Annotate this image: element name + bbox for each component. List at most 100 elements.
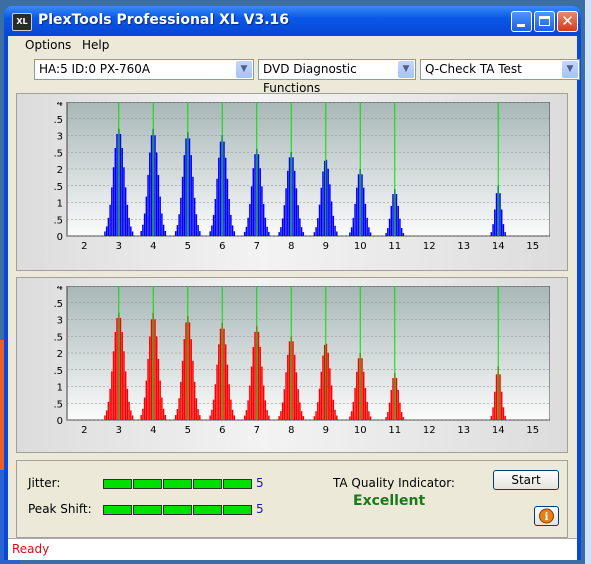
chart-bar xyxy=(318,388,321,420)
chart-bar xyxy=(231,409,234,420)
start-button[interactable]: Start xyxy=(493,470,559,490)
chart-bar xyxy=(218,344,220,420)
x-tick-label: 8 xyxy=(288,241,294,250)
test-select[interactable]: Q-Check TA Test ▼ xyxy=(420,59,580,80)
jitter-value: 5 xyxy=(256,476,264,490)
chart-bar xyxy=(192,176,194,236)
chart-bar xyxy=(292,341,294,420)
chart-bar xyxy=(315,411,317,420)
chart-bar xyxy=(330,385,333,420)
chart-bar xyxy=(268,415,270,420)
chart-bar xyxy=(190,339,192,420)
svg-text:i: i xyxy=(545,512,549,523)
x-tick-label: 9 xyxy=(323,425,329,434)
chart-bar xyxy=(262,385,265,420)
chart-bar xyxy=(264,217,267,236)
chart-bar xyxy=(492,407,494,420)
x-tick-label: 10 xyxy=(354,241,367,250)
chart-bar xyxy=(254,154,256,236)
chart-bar xyxy=(131,415,134,420)
jitter-chart: 4 3.5 3 2.5 2 1.5 1 0.5 0 2 3 4 5 6 7 8 9 10 11 12 13 14 15 xyxy=(53,102,550,250)
meter-segment xyxy=(193,505,222,515)
chevron-down-icon[interactable]: ▼ xyxy=(398,61,414,78)
start-button-label: Start xyxy=(511,473,541,487)
chart-bar xyxy=(354,387,356,420)
chart-bar xyxy=(249,203,251,236)
chart-bar xyxy=(145,380,148,420)
close-button[interactable]: ✕ xyxy=(557,11,578,32)
chart-bar xyxy=(185,322,187,420)
chart-bar xyxy=(399,218,401,236)
chart-bar xyxy=(218,157,220,236)
chart-bar xyxy=(397,389,399,420)
chart-bar xyxy=(178,214,180,236)
chart-bar xyxy=(332,399,335,420)
function-select[interactable]: DVD Diagnostic Functions ▼ xyxy=(258,59,416,95)
menu-options[interactable]: Options xyxy=(25,38,71,52)
chart-bar xyxy=(247,217,249,236)
meter-segment xyxy=(163,505,192,515)
chart-bar xyxy=(121,148,123,236)
chart-bar xyxy=(261,186,263,236)
menu-help[interactable]: Help xyxy=(82,38,109,52)
chart-bar xyxy=(293,354,296,420)
chart-bar xyxy=(140,414,142,420)
chart-bar xyxy=(390,205,393,236)
chart-bar xyxy=(500,391,503,420)
chart-bar xyxy=(223,141,225,236)
chart-bar xyxy=(199,231,201,236)
chart-bar xyxy=(395,378,398,420)
y-tick-label: 0 xyxy=(57,232,63,243)
chart-bar xyxy=(317,218,319,236)
chart-bar xyxy=(228,384,230,420)
chart-bar xyxy=(226,364,229,420)
chart-bar xyxy=(174,231,177,236)
chart-bar xyxy=(143,397,146,420)
chart-bar xyxy=(288,341,291,420)
chart-bar xyxy=(114,332,117,420)
chart-bar xyxy=(149,152,151,236)
chevron-down-icon[interactable]: ▼ xyxy=(236,61,252,78)
chart-bar xyxy=(500,209,503,236)
chart-bar xyxy=(188,138,191,236)
chart-bar xyxy=(262,203,265,236)
chart-bar xyxy=(195,398,198,420)
chart-bar xyxy=(111,187,113,236)
drive-select[interactable]: HA:5 ID:0 PX-760A ▼ xyxy=(34,59,254,80)
chart-bar xyxy=(105,410,108,420)
info-button[interactable]: i xyxy=(534,506,559,526)
chart-bar xyxy=(293,170,296,236)
chart-bar xyxy=(278,416,280,420)
chart-bar xyxy=(362,187,365,236)
chart-bar xyxy=(209,415,211,420)
chart-bar xyxy=(320,187,323,236)
peak-shift-value: 5 xyxy=(256,502,264,516)
chart-bar xyxy=(250,366,253,420)
chart-bar xyxy=(334,225,336,236)
chart-bar xyxy=(366,217,368,236)
minimize-button[interactable] xyxy=(511,11,532,32)
chart-bar xyxy=(157,358,160,420)
chart-bar xyxy=(147,358,149,420)
chart-bar xyxy=(392,194,394,236)
chart-bar xyxy=(295,188,298,236)
chart-bar xyxy=(111,371,113,420)
chart-bar xyxy=(107,401,110,420)
chart-bar xyxy=(230,399,232,420)
chart-bar xyxy=(188,322,191,420)
maximize-button[interactable] xyxy=(534,11,555,32)
chart-bar xyxy=(249,385,251,420)
chart-bar xyxy=(150,135,153,236)
chart-bar xyxy=(131,231,134,236)
chart-bar xyxy=(266,226,268,236)
chart-bar xyxy=(149,336,151,420)
chart-bar xyxy=(364,203,367,236)
chart-bar xyxy=(157,174,160,236)
chart-bar xyxy=(231,225,234,236)
chart-bar xyxy=(495,374,498,420)
chevron-down-icon[interactable]: ▼ xyxy=(562,61,578,78)
chart-bar xyxy=(211,225,213,236)
title-bar[interactable]: XL PlexTools Professional XL V3.16 ✕ xyxy=(4,6,581,36)
chart-bar xyxy=(287,354,289,420)
chart-bar xyxy=(299,402,301,420)
